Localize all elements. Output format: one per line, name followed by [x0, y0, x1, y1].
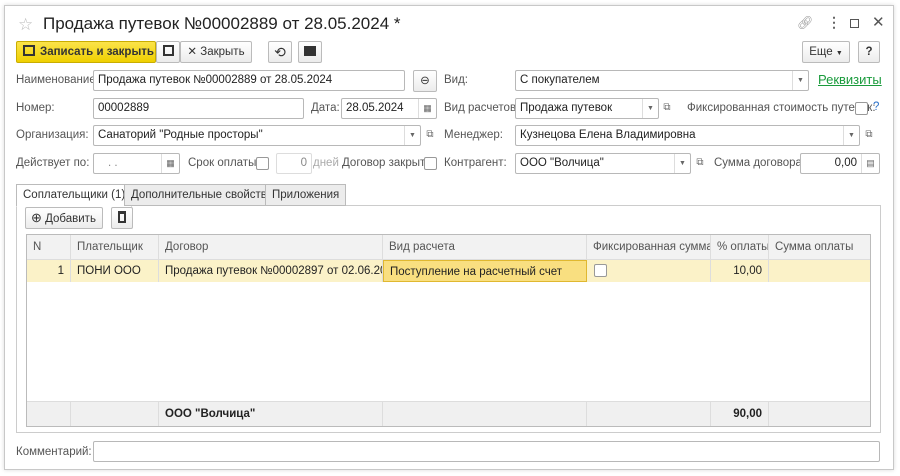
org-label: Организация:	[16, 129, 89, 141]
contract-sum-input[interactable]: 0,00 ▤	[800, 153, 880, 174]
close-button[interactable]: ✕ Закрыть	[180, 41, 252, 63]
col-fixed-sum[interactable]: Фиксированная сумма	[587, 235, 711, 259]
footer-contract: ООО "Волчица"	[159, 402, 383, 426]
open-calc-type-icon[interactable]: ⧉	[657, 98, 677, 119]
tab-attachments[interactable]: Приложения	[265, 184, 347, 206]
cell-sum[interactable]	[769, 260, 870, 282]
col-contract[interactable]: Договор	[159, 235, 383, 259]
calendar-icon[interactable]: ▦	[161, 154, 179, 173]
cell-fixed-sum[interactable]	[587, 260, 711, 282]
table-row[interactable]: 1 ПОНИ ООО Продажа путевок №00002897 от …	[27, 260, 870, 282]
history-button[interactable]: ⟲	[268, 41, 292, 63]
help-button[interactable]: ?	[858, 41, 880, 63]
contract-closed-checkbox[interactable]	[424, 157, 437, 170]
co-payers-table: N Плательщик Договор Вид расчета Фиксиро…	[26, 234, 871, 427]
manager-select[interactable]: Кузнецова Елена Владимировна ▼	[515, 125, 860, 146]
calc-type-select[interactable]: Продажа путевок ▼	[515, 98, 659, 119]
fixed-cost-checkbox[interactable]	[855, 102, 868, 115]
requisites-link[interactable]: Реквизиты	[818, 72, 882, 87]
favorite-star-icon[interactable]: ☆	[18, 15, 33, 35]
cell-percent[interactable]: 10,00	[711, 260, 769, 282]
save-and-close-button[interactable]: Записать и закрыть	[16, 41, 156, 63]
chevron-down-icon[interactable]: ▼	[404, 126, 420, 145]
org-select[interactable]: Санаторий "Родные просторы" ▼	[93, 125, 421, 146]
col-calc-type[interactable]: Вид расчета	[383, 235, 587, 259]
fixed-cost-help-icon[interactable]: ?	[873, 101, 879, 113]
kind-select[interactable]: С покупателем ▼	[515, 70, 809, 91]
comment-input[interactable]	[93, 441, 880, 462]
counterparty-select[interactable]: ООО "Волчица" ▼	[515, 153, 691, 174]
valid-until-input[interactable]: . . ▦	[93, 153, 180, 174]
number-input[interactable]: 00002889	[93, 98, 304, 119]
table-footer: ООО "Волчица" 90,00	[27, 401, 870, 426]
link-icon[interactable]: 🔗︎	[797, 15, 814, 31]
footer-percent: 90,00	[711, 402, 769, 426]
table-header: N Плательщик Договор Вид расчета Фиксиро…	[27, 235, 870, 260]
chevron-down-icon[interactable]: ▼	[674, 154, 690, 173]
chevron-down-icon[interactable]: ▼	[792, 71, 808, 90]
more-vert-icon[interactable]: ⋮	[827, 14, 841, 31]
maximize-icon[interactable]	[850, 19, 859, 28]
floppy-icon	[162, 45, 174, 56]
cell-calc-type[interactable]: Поступление на расчетный счет	[383, 260, 587, 282]
archive-icon	[304, 46, 316, 56]
fixed-sum-checkbox[interactable]	[594, 264, 607, 277]
name-label: Наименование:	[16, 74, 99, 86]
date-input[interactable]: 28.05.2024 ▦	[341, 98, 437, 119]
payment-days-input[interactable]: 0	[276, 153, 312, 174]
window-title: Продажа путевок №00002889 от 28.05.2024 …	[43, 14, 401, 33]
kind-label: Вид:	[444, 74, 468, 86]
cell-payer[interactable]: ПОНИ ООО	[71, 260, 159, 282]
number-label: Номер:	[16, 102, 55, 114]
arrow-left-circle-icon: ⊖	[420, 75, 430, 87]
name-input[interactable]: Продажа путевок №00002889 от 28.05.2024	[93, 70, 405, 91]
open-manager-icon[interactable]: ⧉	[859, 125, 879, 146]
delete-button[interactable]	[111, 207, 133, 229]
tab-additional-properties[interactable]: Дополнительные свойства	[124, 184, 281, 206]
chevron-down-icon[interactable]: ▼	[642, 99, 658, 118]
col-payer[interactable]: Плательщик	[71, 235, 159, 259]
document-window: ☆ Продажа путевок №00002889 от 28.05.202…	[4, 5, 894, 470]
fixed-cost-label: Фиксированная стоимость путевок:	[687, 102, 876, 114]
col-n[interactable]: N	[27, 235, 71, 259]
cell-n: 1	[27, 260, 71, 282]
days-label: дней	[313, 157, 339, 169]
payment-term-label: Срок оплаты:	[188, 157, 260, 169]
plus-circle-icon: ⊕	[31, 210, 42, 225]
calc-type-label: Вид расчетов:	[444, 102, 520, 114]
date-label: Дата:	[311, 102, 340, 114]
contract-sum-label: Сумма договора:	[714, 157, 806, 169]
comment-label: Комментарий:	[16, 446, 92, 458]
chevron-down-icon: ▼	[835, 50, 843, 57]
calculator-icon[interactable]: ▤	[861, 154, 879, 173]
manager-label: Менеджер:	[444, 129, 503, 141]
contract-closed-label: Договор закрыт:	[342, 157, 429, 169]
archive-button[interactable]	[298, 41, 322, 63]
more-button[interactable]: Еще ▼	[802, 41, 850, 63]
calendar-icon[interactable]: ▦	[418, 99, 436, 118]
history-icon: ⟲	[274, 44, 286, 60]
chevron-down-icon[interactable]: ▼	[843, 126, 859, 145]
back-arrow-button[interactable]: ⊖	[413, 70, 437, 92]
add-button[interactable]: ⊕ Добавить	[25, 207, 103, 229]
close-window-icon[interactable]: ✕	[872, 13, 885, 31]
trash-icon	[118, 211, 126, 223]
tab-co-payers[interactable]: Соплательщики (1)	[16, 184, 133, 207]
valid-until-label: Действует по:	[16, 157, 90, 169]
col-percent[interactable]: % оплаты	[711, 235, 769, 259]
counterparty-label: Контрагент:	[444, 157, 507, 169]
save-button[interactable]	[156, 41, 180, 63]
close-icon: ✕	[187, 46, 201, 58]
save-close-icon	[23, 45, 35, 56]
cell-contract[interactable]: Продажа путевок №00002897 от 02.06.2023	[159, 260, 383, 282]
open-org-icon[interactable]: ⧉	[420, 125, 440, 146]
payment-term-checkbox[interactable]	[256, 157, 269, 170]
col-sum[interactable]: Сумма оплаты	[769, 235, 870, 259]
open-counterparty-icon[interactable]: ⧉	[690, 153, 710, 174]
